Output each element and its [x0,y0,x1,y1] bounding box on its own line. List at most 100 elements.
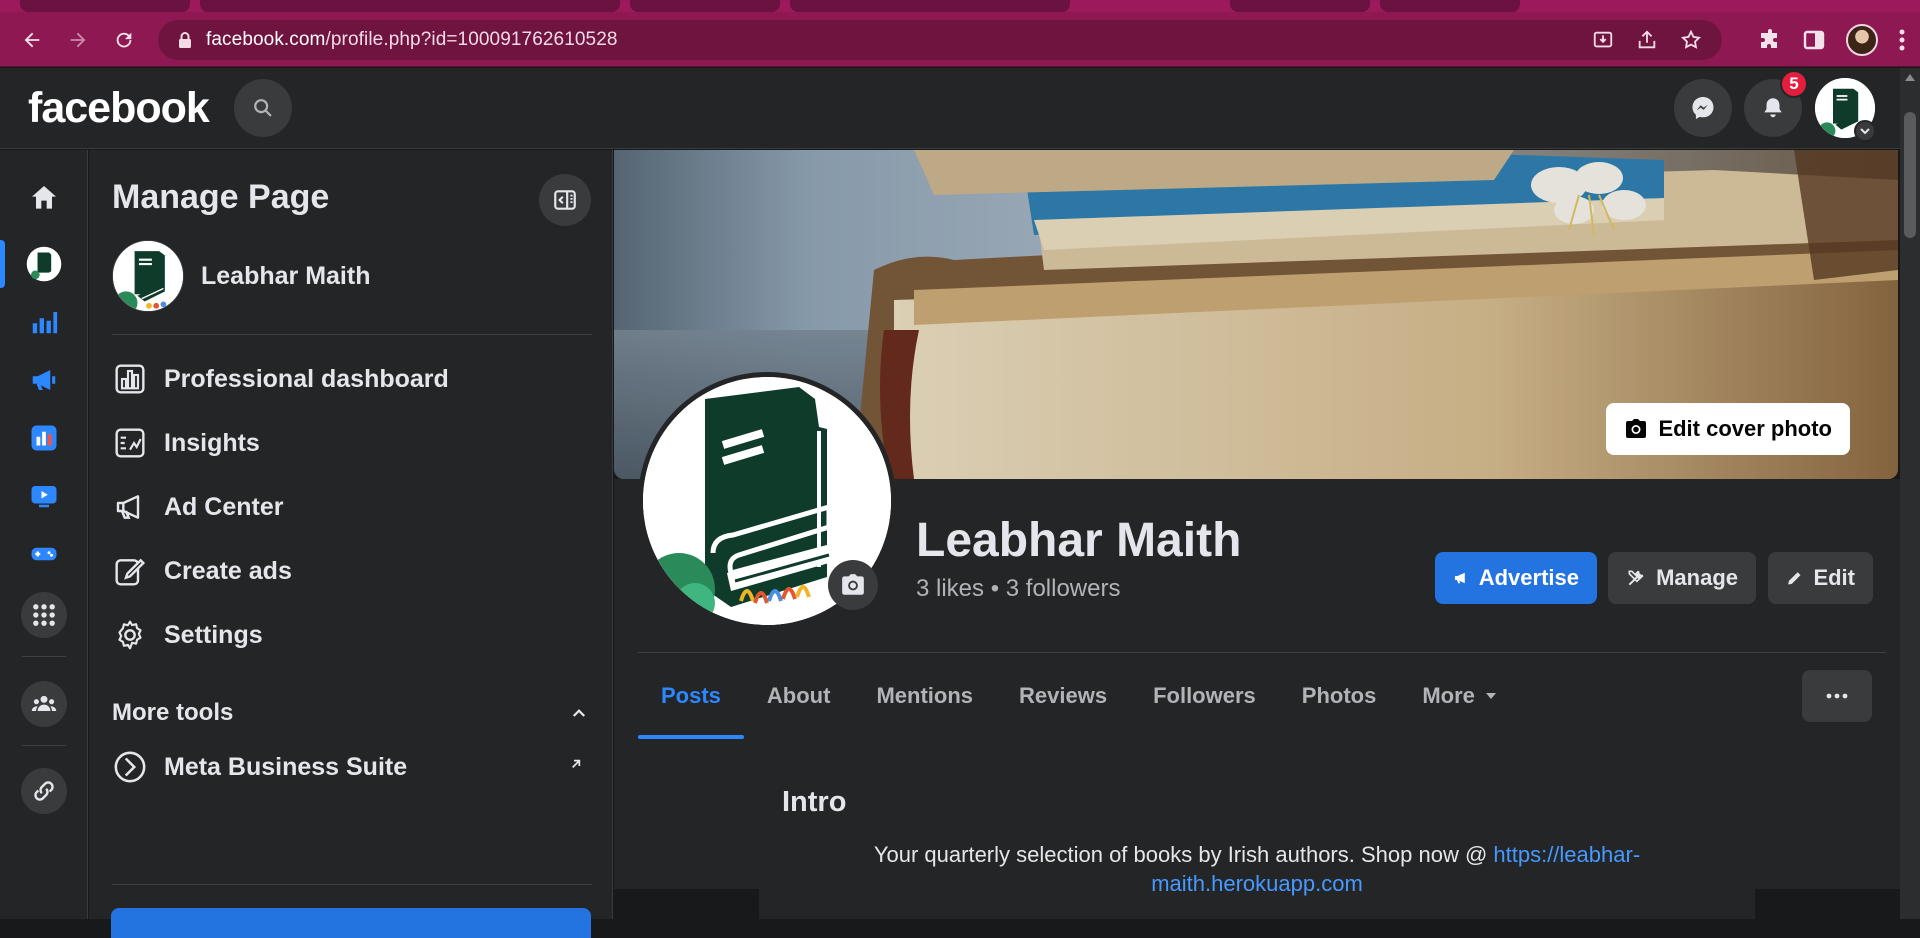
tab-posts[interactable]: Posts [638,653,744,739]
rail-all-tools[interactable] [21,592,67,638]
website-link-line2: maith.herokuapp.com [1151,871,1363,896]
bell-icon [1764,98,1782,118]
bookmark-star-icon[interactable] [1680,29,1702,51]
advertise-button[interactable]: Advertise [1435,552,1597,604]
notification-count-badge: 5 [1780,70,1808,98]
scroll-up-arrow[interactable] [1905,74,1915,81]
back-button[interactable] [18,26,46,54]
tools-icon [1628,570,1644,586]
panel-separator [112,884,592,885]
more-tools-toggle[interactable]: More tools [112,693,592,733]
menu-item-professional-dashboard[interactable]: Professional dashboard [112,350,592,408]
menu-item-meta-business-suite[interactable]: Meta Business Suite [112,738,592,796]
ellipsis-icon [1826,693,1848,699]
edit-label: Edit [1813,565,1855,590]
rail-video[interactable] [20,472,68,520]
rail-insights[interactable] [20,298,68,346]
rail-ads-manager[interactable] [20,414,68,462]
rail-ad-center[interactable] [20,356,68,404]
rail-separator [22,745,66,746]
menu-item-label: Create ads [164,556,292,585]
dashboard-icon [115,364,145,394]
browser-toolbar: facebook.com/profile.php?id=100091762610… [0,12,1920,67]
edit-cover-label: Edit cover photo [1658,416,1832,441]
external-link-icon [572,759,581,768]
tab-mentions[interactable]: Mentions [853,653,996,739]
more-options-button[interactable] [1802,670,1872,722]
tab-photos[interactable]: Photos [1279,653,1400,739]
edit-button[interactable]: Edit [1768,552,1873,604]
tab-more[interactable]: More [1399,653,1520,739]
edit-cover-photo-button[interactable]: Edit cover photo [1606,403,1850,455]
game-controller-icon [31,547,57,561]
page-scrollbar[interactable] [1900,68,1920,919]
menu-item-settings[interactable]: Settings [112,606,592,664]
rail-home[interactable] [20,174,68,222]
page-avatar [112,240,184,312]
menu-item-label: Settings [164,620,263,649]
tab-followers[interactable]: Followers [1130,653,1279,739]
share-icon[interactable] [1636,29,1658,51]
camera-icon [1626,419,1647,438]
reload-button[interactable] [110,26,138,54]
facebook-header: facebook 5 [0,68,1900,149]
browser-tab[interactable] [20,0,190,12]
browser-tab[interactable] [200,0,620,12]
chevron-down-icon [1860,128,1870,135]
gear-icon [118,620,142,650]
scroll-thumb[interactable] [1904,112,1916,238]
panel-primary-button[interactable] [111,908,591,938]
install-app-icon[interactable] [1592,29,1614,51]
advertise-label: Advertise [1478,565,1579,590]
collapse-sidebar-icon [554,190,576,210]
left-icon-rail [0,150,88,919]
extensions-puzzle-icon[interactable] [1758,28,1782,52]
megaphone-icon [116,495,140,519]
browser-menu-icon[interactable] [1898,28,1906,52]
video-icon [31,486,57,508]
browser-profile-avatar[interactable] [1846,24,1878,56]
browser-tab-strip [0,0,1920,12]
search-icon [254,99,272,117]
menu-item-insights[interactable]: Insights [112,414,592,472]
tab-about[interactable]: About [744,653,854,739]
more-tools-label: More tools [112,699,234,726]
chevron-up-icon [572,709,586,717]
messenger-button[interactable] [1674,79,1732,137]
grid-menu-icon [33,604,55,626]
account-menu-chevron[interactable] [1854,120,1876,142]
likes-followers-count[interactable]: 3 likes • 3 followers [916,575,1120,603]
intro-bio-text: Your quarterly selection of books by Iri… [873,842,1494,867]
update-profile-picture-button[interactable] [828,560,878,610]
browser-tab[interactable] [1230,0,1370,12]
menu-item-ad-center[interactable]: Ad Center [112,478,592,536]
side-panel-icon[interactable] [1802,28,1826,52]
address-bar[interactable]: facebook.com/profile.php?id=100091762610… [158,20,1722,60]
facebook-logo[interactable]: facebook [28,84,210,133]
pencil-icon [115,558,146,586]
current-page-row[interactable]: Leabhar Maith [112,240,370,312]
meta-business-icon [114,751,146,783]
menu-item-label: Professional dashboard [164,364,449,393]
page-name: Leabhar Maith [201,261,371,290]
page-title: Leabhar Maith [916,514,1242,567]
url-text: facebook.com/profile.php?id=100091762610… [206,29,618,50]
tab-reviews[interactable]: Reviews [996,653,1130,739]
browser-tab[interactable] [1380,0,1520,12]
search-button[interactable] [234,79,292,137]
menu-item-create-ads[interactable]: Create ads [112,542,592,600]
manage-button[interactable]: Manage [1608,552,1756,604]
rail-page[interactable] [20,240,68,288]
browser-tab[interactable] [790,0,1070,12]
pencil-icon [1788,572,1801,585]
rail-groups[interactable] [21,681,67,727]
notifications-button[interactable]: 5 [1744,70,1808,137]
page-logo-icon [113,241,183,311]
megaphone-icon [32,370,56,390]
forward-button[interactable] [64,26,92,54]
rail-links[interactable] [21,768,67,814]
reload-icon [116,32,132,48]
browser-tab[interactable] [630,0,780,12]
rail-gaming[interactable] [20,530,68,578]
collapse-panel-button[interactable] [539,174,591,226]
